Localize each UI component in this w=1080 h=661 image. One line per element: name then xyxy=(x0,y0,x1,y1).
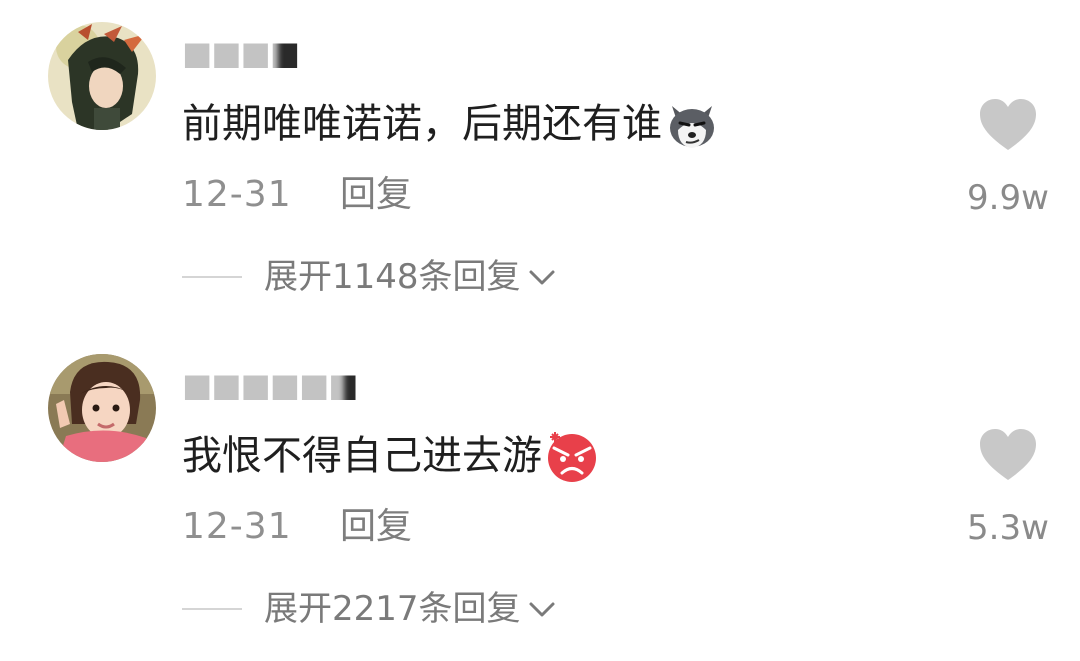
username-blur xyxy=(178,364,344,410)
angry-face-emoji-icon xyxy=(548,432,596,482)
heart-icon xyxy=(980,99,1036,150)
divider-line xyxy=(182,276,242,278)
username[interactable]: ■■■■ xyxy=(178,32,300,78)
comment-meta: 12-31 回复 xyxy=(182,502,412,552)
divider-line xyxy=(182,608,242,610)
anime-character-avatar-icon xyxy=(48,22,156,130)
like-count: 9.9w xyxy=(967,178,1049,218)
comment-item: ■■■■■■ 我恨不得自己进去游 12-31 回复 展开2217条回复 5.3w xyxy=(0,330,1080,660)
comment-body: 前期唯唯诺诺，后期还有谁 xyxy=(182,101,662,147)
reply-button[interactable]: 回复 xyxy=(340,174,412,215)
avatar[interactable] xyxy=(48,354,156,462)
expand-replies-button[interactable]: 展开2217条回复 xyxy=(182,584,559,634)
heart-icon xyxy=(980,429,1036,480)
username-blur xyxy=(178,32,278,78)
like-button[interactable]: 9.9w xyxy=(950,98,1066,220)
chevron-down-icon xyxy=(529,270,555,285)
comment-text: 前期唯唯诺诺，后期还有谁 xyxy=(182,96,720,152)
expand-replies-label: 展开1148条回复 xyxy=(264,257,521,297)
chevron-down-icon xyxy=(529,602,555,617)
comment-text: 我恨不得自己进去游 xyxy=(182,428,600,484)
comment-date: 12-31 xyxy=(182,174,292,215)
husky-smirk-emoji-icon xyxy=(670,106,714,148)
avatar[interactable] xyxy=(48,22,156,130)
like-button[interactable]: 5.3w xyxy=(950,428,1066,550)
expand-replies-label: 展开2217条回复 xyxy=(264,589,521,629)
comment-meta: 12-31 回复 xyxy=(182,170,412,220)
comment-body: 我恨不得自己进去游 xyxy=(182,433,542,479)
username[interactable]: ■■■■■■ xyxy=(178,364,358,410)
comment-item: ■■■■ 前期唯唯诺诺，后期还有谁 12-31 回复 展开1148条回复 9.9w xyxy=(0,0,1080,330)
child-photo-avatar-icon xyxy=(48,354,156,462)
like-count: 5.3w xyxy=(967,508,1049,548)
expand-replies-button[interactable]: 展开1148条回复 xyxy=(182,252,559,302)
comment-date: 12-31 xyxy=(182,506,292,547)
reply-button[interactable]: 回复 xyxy=(340,506,412,547)
